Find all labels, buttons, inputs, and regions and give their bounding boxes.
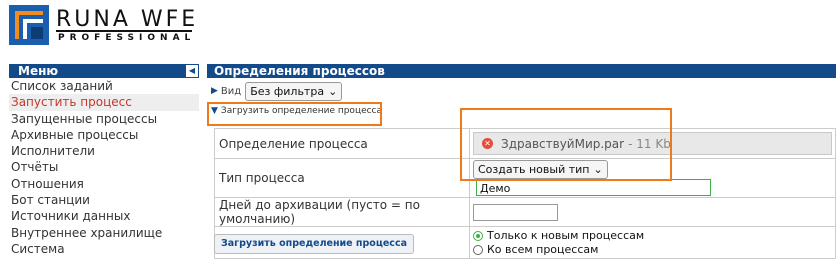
logo-title: RUNA WFE [56,7,199,32]
runa-logo-icon [9,5,49,45]
chevron-down-icon: ⌄ [593,163,603,176]
file-size: - 11 Kb [628,136,671,151]
sidebar-header: Меню ◀ [9,64,199,78]
sidebar-item-reports[interactable]: Отчёты [9,159,199,175]
logo-subtitle: PROFESSIONAL [58,33,196,43]
sidebar: Меню ◀ Список заданий Запустить процесс … [9,64,199,257]
process-type-input[interactable]: Демо [476,179,711,196]
page-title: Определения процессов [207,64,836,78]
archive-days-input[interactable] [473,203,558,221]
sidebar-item-executors[interactable]: Исполнители [9,143,199,159]
radio-all-processes[interactable] [473,244,483,255]
sidebar-title: Меню [18,64,59,78]
radio-new-processes[interactable] [473,230,483,241]
type-cell: Создать новый тип ⌄ Демо [469,158,836,198]
sidebar-item-data-sources[interactable]: Источники данных [9,208,199,224]
sidebar-item-relations[interactable]: Отношения [9,176,199,192]
sidebar-item-archived-processes[interactable]: Архивные процессы [9,127,199,143]
process-type-select[interactable]: Создать новый тип ⌄ [473,160,608,179]
filter-select[interactable]: Без фильтра ⌄ [245,81,343,101]
sidebar-item-internal-storage[interactable]: Внутреннее хранилище [9,225,199,241]
file-field[interactable]: ✕ ЗдравствуйМир.par - 11 Kb [473,132,832,155]
sidebar-menu: Список заданий Запустить процесс Запущен… [9,78,199,257]
sidebar-item-tasks[interactable]: Список заданий [9,78,199,94]
logo-rule [56,30,192,32]
definition-label: Определение процесса [214,128,470,159]
process-type-select-value: Создать новый тип [478,163,590,176]
apply-all-label: Ко всем процессам [487,243,599,256]
apply-new-label: Только к новым процессам [487,229,645,242]
main-panel: Определения процессов ▶ Вид Без фильтра … [207,64,836,259]
days-row: Дней до архивации (пусто = по умолчанию) [214,197,836,227]
sidebar-item-system[interactable]: Система [9,241,199,257]
logo: RUNA WFE PROFESSIONAL [9,5,199,45]
apply-new-option[interactable]: Только к новым процессам [473,229,832,243]
apply-all-option[interactable]: Ко всем процессам [473,243,832,257]
remove-file-icon[interactable]: ✕ [482,138,493,149]
sidebar-item-bot-stations[interactable]: Бот станции [9,192,199,208]
definition-row: Определение процесса ✕ ЗдравствуйМир.par… [214,128,836,159]
collapse-triangle-icon: ▼ [211,106,218,116]
days-label: Дней до архивации (пусто = по умолчанию) [214,197,470,227]
view-filter-row: ▶ Вид Без фильтра ⌄ [211,81,343,101]
apply-cell: Только к новым процессам Ко всем процесс… [469,226,836,259]
load-definition-toggle[interactable]: ▼ Загрузить определение процесса [211,106,382,116]
file-name: ЗдравствуйМир.par [501,136,625,151]
sidebar-item-start-process[interactable]: Запустить процесс [9,94,199,111]
load-definition-toggle-label: Загрузить определение процесса [220,106,383,116]
upload-definition-button[interactable]: Загрузить определение процесса [214,234,414,254]
type-row: Тип процесса Создать новый тип ⌄ Демо [214,158,836,198]
type-label: Тип процесса [214,158,470,198]
days-cell [469,197,836,227]
expand-triangle-icon[interactable]: ▶ [211,86,218,96]
chevron-down-icon: ⌄ [328,84,338,98]
collapse-arrow-icon[interactable]: ◀ [186,65,198,77]
definition-cell: ✕ ЗдравствуйМир.par - 11 Kb [469,128,836,159]
filter-select-value: Без фильтра [250,84,325,98]
view-label[interactable]: Вид [221,86,241,97]
sidebar-item-running-processes[interactable]: Запущенные процессы [9,111,199,127]
